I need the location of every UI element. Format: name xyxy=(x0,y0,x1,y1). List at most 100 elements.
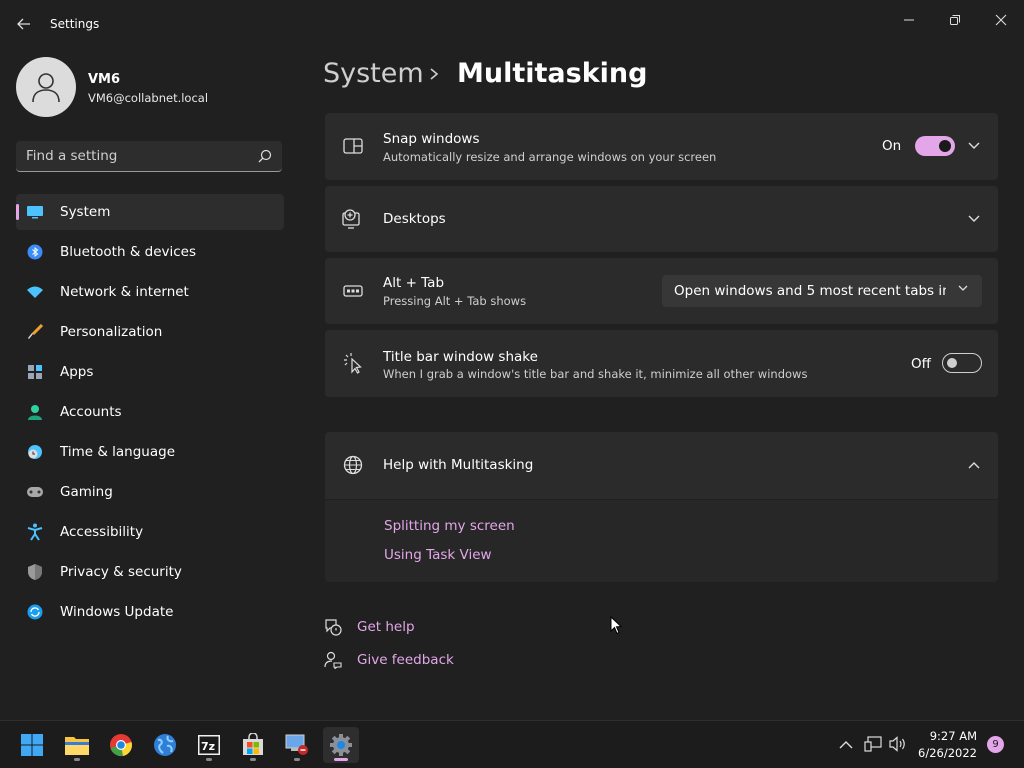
get-help-link[interactable]: Get help xyxy=(357,619,415,635)
sidebar-item-apps[interactable]: Apps xyxy=(16,354,284,390)
start-button[interactable] xyxy=(14,727,50,763)
7zip-icon: 7z xyxy=(198,735,220,755)
sidebar-item-label: Time & language xyxy=(60,444,176,460)
file-explorer-icon xyxy=(65,737,89,755)
taskbar-chrome[interactable] xyxy=(103,727,139,763)
help-link-splitting[interactable]: Splitting my screen xyxy=(384,518,515,534)
clock-globe-icon xyxy=(26,443,44,461)
chevron-down-icon[interactable] xyxy=(966,211,982,227)
sidebar-item-accounts[interactable]: Accounts xyxy=(16,394,284,430)
restore-button[interactable] xyxy=(932,4,978,36)
snap-layout-icon xyxy=(342,135,364,157)
help-link-task-view[interactable]: Using Task View xyxy=(384,547,492,563)
store-icon xyxy=(243,733,263,755)
sidebar-item-windows-update[interactable]: Windows Update xyxy=(16,594,284,630)
alt-tab-dropdown[interactable]: Open windows and 5 most recent tabs in M xyxy=(662,275,982,307)
help-links: Splitting my screen Using Task View xyxy=(325,500,998,582)
chrome-icon xyxy=(110,734,132,757)
alt-tab-title: Alt + Tab xyxy=(383,275,445,291)
alt-tab-subtitle: Pressing Alt + Tab shows xyxy=(383,294,527,308)
snap-windows-card[interactable]: Snap windows Automatically resize and ar… xyxy=(325,113,998,180)
user-name: VM6 xyxy=(88,72,121,87)
network-status-icon[interactable] xyxy=(864,735,882,753)
title-bar-shake-card: Title bar window shake When I grab a win… xyxy=(325,330,998,397)
notification-badge[interactable]: 9 xyxy=(987,736,1004,753)
running-indicator xyxy=(206,758,212,761)
sidebar-item-label: Personalization xyxy=(60,324,163,340)
desktops-card[interactable]: Desktops xyxy=(325,186,998,252)
bluetooth-icon xyxy=(26,243,44,261)
sidebar-item-label: Privacy & security xyxy=(60,564,182,580)
sidebar-item-time-language[interactable]: Time & language xyxy=(16,434,284,470)
alt-tab-card: Alt + Tab Pressing Alt + Tab shows Open … xyxy=(325,258,998,324)
sidebar-item-label: Gaming xyxy=(60,484,113,500)
give-feedback-link[interactable]: Give feedback xyxy=(357,652,454,668)
cursor-shake-icon xyxy=(342,352,364,374)
brush-icon xyxy=(26,323,44,341)
desktops-title: Desktops xyxy=(383,211,446,227)
chevron-up-icon[interactable] xyxy=(966,457,982,473)
monitor-icon xyxy=(26,203,44,221)
update-icon xyxy=(26,603,44,621)
sidebar-item-label: Accessibility xyxy=(60,524,144,540)
globe-icon xyxy=(342,454,364,476)
taskbar-file-explorer[interactable] xyxy=(59,727,95,763)
apps-icon xyxy=(26,363,44,381)
minimize-button[interactable] xyxy=(886,4,932,36)
sidebar-item-personalization[interactable]: Personalization xyxy=(16,314,284,350)
running-indicator xyxy=(250,758,256,761)
search-input[interactable] xyxy=(26,141,246,171)
gamepad-icon xyxy=(26,483,44,501)
search-box[interactable] xyxy=(16,141,282,172)
shake-toggle[interactable] xyxy=(942,353,982,373)
taskbar-globe-app[interactable] xyxy=(147,727,183,763)
sidebar-item-system[interactable]: System xyxy=(16,194,284,230)
dropdown-value: Open windows and 5 most recent tabs in M xyxy=(674,283,946,299)
back-button[interactable] xyxy=(10,12,38,36)
start-icon xyxy=(21,734,43,756)
help-header[interactable]: Help with Multitasking xyxy=(325,432,998,499)
settings-icon xyxy=(330,734,352,756)
running-indicator xyxy=(74,758,80,761)
sidebar-item-label: Accounts xyxy=(60,404,122,420)
breadcrumb-parent[interactable]: System xyxy=(323,58,424,89)
toggle-knob xyxy=(939,140,951,152)
sidebar-item-accessibility[interactable]: Accessibility xyxy=(16,514,284,550)
sidebar-item-privacy[interactable]: Privacy & security xyxy=(16,554,284,590)
taskbar-remote-desktop[interactable] xyxy=(279,727,315,763)
volume-icon[interactable] xyxy=(889,735,907,753)
wifi-icon xyxy=(26,283,44,301)
snap-toggle[interactable] xyxy=(915,136,955,156)
mouse-cursor-icon xyxy=(610,616,622,635)
clock-date[interactable]: 6/26/2022 xyxy=(918,746,977,760)
running-indicator xyxy=(334,758,348,761)
app-title: Settings xyxy=(50,17,100,31)
globe-app-icon xyxy=(154,734,176,756)
shield-icon xyxy=(26,563,44,581)
taskbar-7zip[interactable]: 7z xyxy=(191,727,227,763)
close-button[interactable] xyxy=(978,4,1024,36)
taskbar-settings[interactable] xyxy=(323,727,359,763)
help-chat-icon xyxy=(324,618,342,636)
remote-desktop-icon xyxy=(285,734,308,755)
alt-tab-icon xyxy=(342,280,364,302)
page-title: Multitasking xyxy=(457,58,648,89)
sidebar-item-label: Network & internet xyxy=(60,284,189,300)
toggle-knob xyxy=(947,358,957,368)
close-icon xyxy=(995,14,1007,26)
sidebar-item-label: Apps xyxy=(60,364,94,380)
avatar[interactable] xyxy=(16,57,76,117)
sidebar-item-label: Windows Update xyxy=(60,604,174,620)
clock-time[interactable]: 9:27 AM xyxy=(930,729,977,743)
chevron-right-icon xyxy=(430,68,439,80)
taskbar-store[interactable] xyxy=(235,727,271,763)
sidebar-item-gaming[interactable]: Gaming xyxy=(16,474,284,510)
show-hidden-icons-button[interactable] xyxy=(837,735,855,753)
sidebar-item-bluetooth[interactable]: Bluetooth & devices xyxy=(16,234,284,270)
help-title: Help with Multitasking xyxy=(383,457,534,473)
sidebar-item-network[interactable]: Network & internet xyxy=(16,274,284,310)
arrow-left-icon xyxy=(17,18,30,30)
running-indicator xyxy=(294,758,300,761)
chevron-down-icon[interactable] xyxy=(966,138,982,154)
person-icon xyxy=(26,403,44,421)
